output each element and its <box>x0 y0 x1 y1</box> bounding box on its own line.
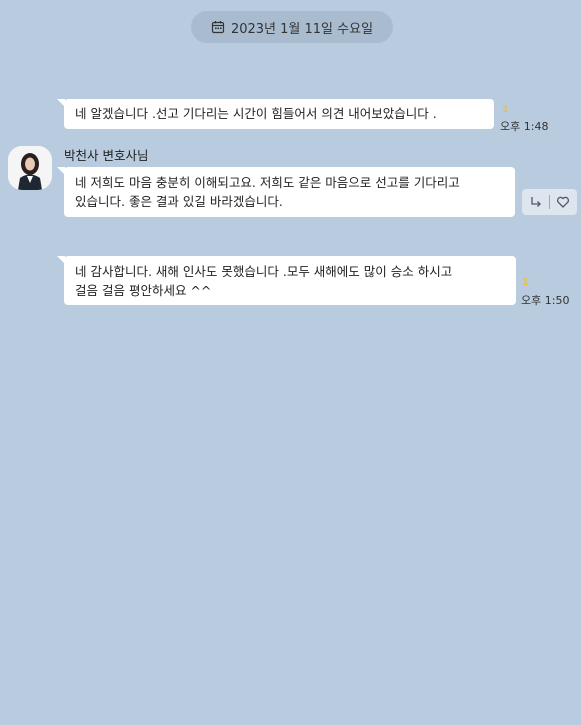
message-line: 네 감사합니다. 새해 인사도 못했습니다 .모두 새해에도 많이 승소 하시고 <box>75 264 453 279</box>
calendar-icon <box>211 20 225 34</box>
message-line: 걸음 걸음 평안하세요 ^^ <box>75 283 212 298</box>
message-line: 네 저희도 마음 충분히 이해되고요. 저희도 같은 마음으로 선고를 기다리고 <box>75 175 460 190</box>
message-bubble[interactable]: 네 감사합니다. 새해 인사도 못했습니다 .모두 새해에도 많이 승소 하시고… <box>57 256 516 305</box>
date-label: 2023년 1월 11일 수요일 <box>230 21 374 37</box>
sender-avatar[interactable] <box>8 146 52 190</box>
unread-count: 1 <box>522 277 529 288</box>
date-divider: 2023년 1월 11일 수요일 <box>191 11 393 43</box>
message-bubble[interactable]: 네 알겠습니다 .선고 기다리는 시간이 힘들어서 의견 내어보았습니다 . <box>57 99 494 129</box>
message-bubble[interactable]: 네 저희도 마음 충분히 이해되고요. 저희도 같은 마음으로 선고를 기다리고… <box>57 167 515 217</box>
message-text: 네 알겠습니다 .선고 기다리는 시간이 힘들어서 의견 내어보았습니다 . <box>75 106 437 121</box>
message-line: 있습니다. 좋은 결과 있길 바라겠습니다. <box>75 194 283 209</box>
message-actions <box>522 189 577 215</box>
divider <box>549 195 550 209</box>
reply-arrow-icon[interactable] <box>529 195 543 209</box>
sender-name: 박천사 변호사님 <box>64 148 149 163</box>
message-time: 오후 1:50 <box>521 294 570 307</box>
unread-count: 1 <box>502 104 509 115</box>
heart-icon[interactable] <box>556 195 570 209</box>
message-time: 오후 1:48 <box>500 120 549 133</box>
